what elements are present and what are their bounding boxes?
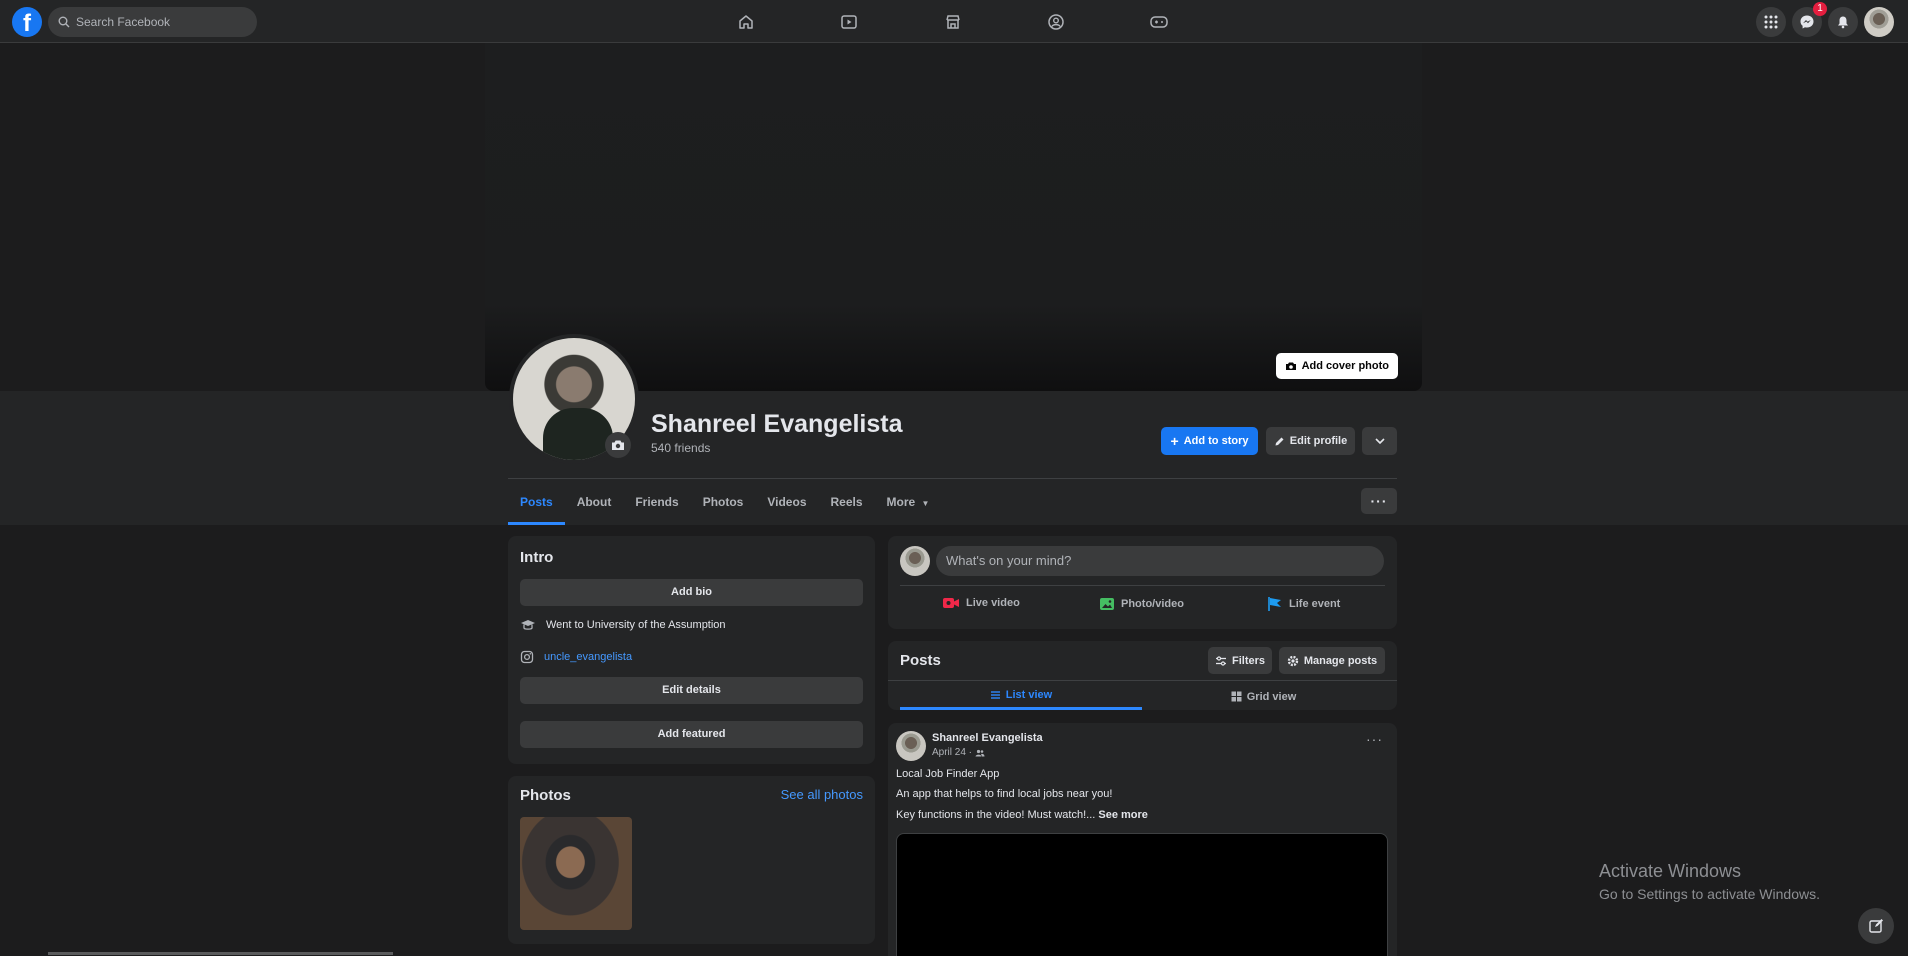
notification-badge: 1: [1813, 2, 1827, 16]
gear-icon: [1287, 655, 1299, 666]
see-all-photos-link[interactable]: See all photos: [781, 787, 863, 802]
tab-reels[interactable]: Reels: [819, 485, 875, 525]
post-text-line-1: Local Job Finder App: [896, 768, 1000, 780]
filters-icon: [1215, 655, 1226, 666]
photos-title: Photos: [520, 787, 571, 804]
profile-header: [0, 391, 1908, 525]
profile-options-dropdown[interactable]: [1362, 427, 1397, 455]
menu-grid-button[interactable]: [1756, 7, 1786, 37]
post-text-line-2: An app that helps to find local jobs nea…: [896, 788, 1113, 800]
compose-icon: [1869, 919, 1883, 933]
profile-tabs: Posts About Friends Photos Videos Reels …: [508, 485, 941, 525]
video-icon[interactable]: [837, 10, 861, 34]
see-more-link[interactable]: See more: [1098, 809, 1148, 821]
chevron-down-icon: [1374, 438, 1385, 444]
list-icon: [990, 691, 1000, 699]
manage-posts-button[interactable]: Manage posts: [1279, 647, 1385, 674]
search-box[interactable]: [48, 7, 257, 37]
tab-photos[interactable]: Photos: [691, 485, 756, 525]
gaming-icon[interactable]: [1147, 10, 1171, 34]
facebook-logo[interactable]: f: [12, 7, 42, 37]
messenger-icon: [1800, 15, 1814, 29]
graduation-cap-icon: [521, 620, 535, 630]
instagram-row: uncle_evangelista: [520, 650, 632, 664]
post-card: Shanreel Evangelista April 24 · ··· Loca…: [888, 723, 1397, 956]
cover-photo-area: Add cover photo: [485, 43, 1422, 391]
grid-view-icon: [1231, 691, 1242, 702]
plus-icon: +: [1170, 433, 1179, 449]
tab-about[interactable]: About: [565, 485, 624, 525]
horizontal-scrollbar[interactable]: [48, 952, 393, 955]
bell-icon: [1838, 16, 1848, 29]
activate-windows-subtitle: Go to Settings to activate Windows.: [1599, 886, 1820, 902]
composer-avatar: [900, 546, 930, 576]
caret-down-icon: ▼: [921, 499, 930, 508]
intro-title: Intro: [520, 549, 554, 566]
pencil-icon: [1275, 437, 1284, 445]
live-video-icon: [943, 598, 959, 608]
grid-view-tab[interactable]: Grid view: [1142, 683, 1385, 710]
life-event-button[interactable]: Life event: [1267, 596, 1340, 612]
post-options-ellipsis-icon[interactable]: ···: [1366, 731, 1383, 747]
education-row: Went to University of the Assumption: [520, 618, 726, 632]
profile-name: Shanreel Evangelista: [651, 410, 903, 438]
photo-thumbnail[interactable]: [520, 817, 632, 930]
post-composer-card: What's on your mind? Live video Photo/vi…: [888, 536, 1397, 629]
photo-icon: [1100, 598, 1114, 610]
update-profile-picture-button[interactable]: [605, 432, 631, 458]
header-divider: [508, 478, 1397, 479]
posts-header-divider: [888, 680, 1397, 681]
add-featured-button[interactable]: Add featured: [520, 721, 863, 748]
photo-video-button[interactable]: Photo/video: [1099, 596, 1184, 612]
add-bio-button[interactable]: Add bio: [520, 579, 863, 606]
friends-audience-icon: [975, 749, 985, 756]
tabs-more-options-button[interactable]: ···: [1361, 488, 1397, 514]
tab-posts[interactable]: Posts: [508, 485, 565, 525]
search-icon: [58, 16, 70, 28]
grid-icon: [1764, 15, 1778, 29]
edit-profile-button[interactable]: Edit profile: [1266, 427, 1355, 455]
groups-icon[interactable]: [1044, 10, 1068, 34]
whats-on-your-mind-input[interactable]: What's on your mind?: [936, 546, 1384, 576]
notifications-button[interactable]: [1828, 7, 1858, 37]
messenger-button[interactable]: 1: [1792, 2, 1827, 37]
post-date[interactable]: April 24 ·: [932, 747, 972, 758]
instagram-link[interactable]: uncle_evangelista: [544, 651, 632, 663]
add-cover-photo-button[interactable]: Add cover photo: [1275, 353, 1398, 379]
posts-title: Posts: [900, 652, 941, 669]
post-author-name[interactable]: Shanreel Evangelista: [932, 732, 1043, 744]
instagram-icon: [520, 650, 534, 664]
top-navigation-bar: f 1: [0, 0, 1908, 43]
composer-divider: [900, 585, 1385, 586]
ellipsis-icon: ···: [1370, 493, 1388, 509]
activate-windows-title: Activate Windows: [1599, 861, 1742, 881]
flag-icon: [1268, 597, 1281, 611]
add-to-story-button[interactable]: + Add to story: [1161, 427, 1258, 455]
camera-icon: [612, 440, 624, 450]
search-input[interactable]: [76, 15, 246, 29]
marketplace-icon[interactable]: [941, 10, 965, 34]
tab-videos[interactable]: Videos: [755, 485, 818, 525]
filters-button[interactable]: Filters: [1208, 647, 1272, 674]
photos-card: Photos See all photos: [508, 776, 875, 944]
tab-more[interactable]: More ▼: [875, 485, 942, 525]
new-message-button[interactable]: [1858, 908, 1894, 944]
add-cover-photo-label: Add cover photo: [1301, 360, 1389, 372]
camera-icon: [1285, 362, 1296, 370]
live-video-button[interactable]: Live video: [942, 596, 1020, 610]
account-avatar[interactable]: [1864, 7, 1894, 37]
intro-card: Intro Add bio Went to University of the …: [508, 536, 875, 764]
edit-details-button[interactable]: Edit details: [520, 677, 863, 704]
friends-count[interactable]: 540 friends: [651, 441, 710, 455]
tab-friends[interactable]: Friends: [623, 485, 690, 525]
post-text-line-3: Key functions in the video! Must watch!.…: [896, 809, 1148, 821]
list-view-tab[interactable]: List view: [900, 683, 1142, 710]
post-author-avatar[interactable]: [896, 731, 926, 761]
post-video[interactable]: [896, 833, 1388, 956]
post-meta: April 24 ·: [932, 747, 985, 758]
posts-header-card: Posts Filters Manage posts List view Gri…: [888, 641, 1397, 710]
home-icon[interactable]: [734, 10, 758, 34]
